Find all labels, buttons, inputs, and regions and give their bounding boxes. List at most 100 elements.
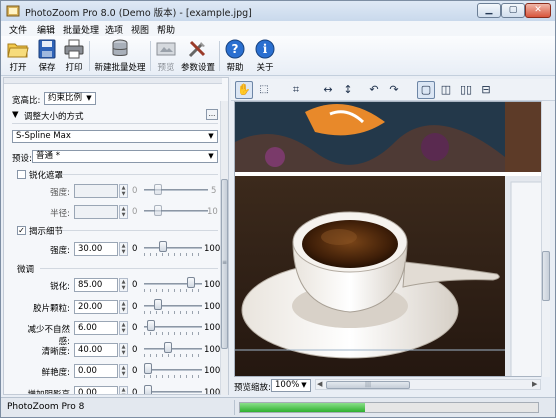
fine-tune-row-slider[interactable]	[144, 385, 152, 394]
fine-tune-row-input[interactable]: 6.00	[74, 321, 118, 335]
zoom-select[interactable]: 100% ▼	[271, 379, 311, 392]
open-button[interactable]: 打开	[5, 39, 31, 73]
save-button[interactable]: 保存	[34, 39, 60, 73]
method-select[interactable]: S-Spline Max ▼	[12, 130, 218, 143]
sharpen-strength-spinner[interactable]: ▲ ▼	[119, 184, 128, 198]
fine-tune-row-spinner[interactable]: ▲▼	[119, 364, 128, 378]
fine-tune-row-spinner[interactable]: ▲▼	[119, 386, 128, 394]
sharpen-radius-spinner[interactable]: ▲ ▼	[119, 205, 128, 219]
scroll-thumb[interactable]	[542, 251, 550, 301]
single-view-icon[interactable]: ▢	[417, 81, 435, 99]
preview-horizontal-scrollbar[interactable]: ◀ ||| ▶	[315, 379, 541, 390]
sharpen-radius-slider[interactable]	[154, 205, 162, 216]
menu-edit[interactable]: 编辑	[37, 23, 55, 36]
fine-tune-row-slider[interactable]	[154, 299, 162, 310]
sharpen-strength-slider[interactable]	[154, 184, 162, 195]
fine-tune-row-spinner[interactable]: ▲▼	[119, 300, 128, 314]
resize-method-more-button[interactable]: ...	[206, 109, 218, 120]
show-details-checkbox[interactable]: ✓	[17, 226, 26, 235]
divider	[62, 230, 218, 231]
sharpen-strength-max: 5	[211, 186, 217, 196]
fine-tune-row-max: 100	[204, 388, 221, 395]
help-icon: ?	[224, 39, 246, 59]
scroll-left-icon[interactable]: ◀	[317, 380, 322, 388]
chevron-down-icon: ▼	[301, 381, 307, 389]
status-divider	[234, 400, 235, 415]
fine-tune-row-input[interactable]: 85.00	[74, 278, 118, 292]
fine-tune-row-input[interactable]: 0.00	[74, 386, 118, 394]
split-horizontal-icon[interactable]: ⊟	[477, 81, 495, 99]
preview-vertical-scrollbar[interactable]	[541, 101, 550, 377]
details-strength-ticks	[144, 253, 202, 256]
zoom-value: 100%	[275, 380, 300, 390]
divider	[62, 174, 218, 175]
scroll-right-icon[interactable]: ▶	[532, 380, 537, 388]
fine-tune-row-spinner[interactable]: ▲▼	[119, 321, 128, 335]
hand-tool-icon[interactable]: ✋	[235, 81, 253, 99]
about-button[interactable]: i 关于	[252, 39, 278, 73]
menu-help[interactable]: 帮助	[157, 23, 175, 36]
sharpen-mask-checkbox[interactable]	[17, 170, 26, 179]
collapse-icon[interactable]: ▼	[12, 110, 19, 120]
crop-icon[interactable]: ⌗	[287, 81, 305, 99]
preview-button[interactable]: 预览	[153, 39, 179, 73]
fine-tune-row-spinner[interactable]: ▲▼	[119, 343, 128, 357]
settings-panel: 宽高比: 约束比例 ▼ ▼ 调整大小的方式 ... S-Spline Max ▼…	[3, 77, 229, 395]
details-strength-max: 100	[204, 244, 221, 254]
details-strength-label: 强度:	[50, 246, 70, 256]
preset-select[interactable]: 普通 * ▼	[32, 150, 218, 163]
fine-tune-row-slider[interactable]	[144, 363, 152, 374]
fine-tune-row-label: 胶片颗粒:	[33, 304, 70, 314]
scroll-thumb[interactable]: |||	[326, 381, 410, 389]
sharpen-strength-input[interactable]	[74, 184, 118, 198]
print-button[interactable]: 打印	[61, 39, 87, 73]
fine-tune-row-max: 100	[204, 302, 221, 312]
fine-tune-row-label: 增加阴影亮度:	[27, 390, 70, 395]
minimize-button[interactable]: ▁	[477, 3, 501, 18]
fine-tune-row-input[interactable]: 40.00	[74, 343, 118, 357]
divider	[40, 268, 218, 269]
rotate-right-icon[interactable]: ↷	[385, 81, 403, 99]
menu-options[interactable]: 选项	[105, 23, 123, 36]
width-arrows-icon[interactable]: ↔	[319, 81, 337, 99]
fine-tune-row-slider[interactable]	[164, 342, 172, 353]
help-button[interactable]: ? 帮助	[222, 39, 248, 73]
fine-tune-row-ticks	[144, 289, 202, 292]
details-strength-input[interactable]: 30.00	[74, 242, 118, 256]
fine-tune-row-input[interactable]: 0.00	[74, 364, 118, 378]
rotate-left-icon[interactable]: ↶	[365, 81, 383, 99]
settings-scrollbar[interactable]: ≡	[220, 101, 228, 395]
side-by-side-icon[interactable]: ▯▯	[457, 81, 475, 99]
params-button[interactable]: 参数设置	[180, 39, 216, 73]
open-label: 打开	[9, 63, 27, 73]
sharpen-radius-input[interactable]	[74, 205, 118, 219]
maximize-button[interactable]: ▢	[501, 3, 525, 18]
chevron-down-icon: ▼	[208, 132, 214, 140]
fine-tune-row-min: 0	[132, 280, 138, 290]
status-text: PhotoZoom Pro 8	[7, 402, 85, 412]
select-tool-icon[interactable]: ⬚	[255, 81, 273, 99]
fine-tune-row-track	[144, 369, 202, 371]
new-batch-button[interactable]: 新建批量处理	[93, 39, 147, 73]
toolbar-separator	[89, 41, 90, 71]
details-strength-spinner[interactable]: ▲ ▼	[119, 242, 128, 256]
close-button[interactable]: ✕	[525, 3, 551, 18]
fine-tune-row-track	[144, 305, 202, 307]
aspect-ratio-select[interactable]: 约束比例 ▼	[44, 92, 96, 105]
details-strength-slider[interactable]	[159, 241, 167, 252]
fine-tune-row-ticks	[144, 311, 202, 314]
split-vertical-icon[interactable]: ◫	[437, 81, 455, 99]
fine-tune-row-slider[interactable]	[147, 320, 155, 331]
image-preview[interactable]	[234, 101, 549, 377]
height-arrows-icon[interactable]: ↕	[339, 81, 357, 99]
menu-batch[interactable]: 批量处理	[63, 23, 99, 36]
fine-tune-row-spinner[interactable]: ▲▼	[119, 278, 128, 292]
menu-view[interactable]: 视图	[131, 23, 149, 36]
new-batch-label: 新建批量处理	[94, 63, 146, 73]
fine-tune-row-slider[interactable]	[187, 277, 195, 288]
database-icon	[109, 39, 131, 59]
menu-file[interactable]: 文件	[9, 23, 27, 36]
fine-tune-row-input[interactable]: 20.00	[74, 300, 118, 314]
sharpen-radius-max: 10	[207, 207, 218, 217]
progress-bar	[239, 402, 539, 413]
